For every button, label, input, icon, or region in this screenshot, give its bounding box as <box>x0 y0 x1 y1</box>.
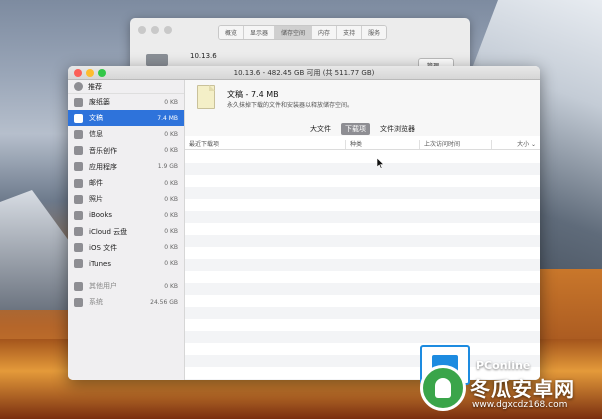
site-logo: 冬瓜安卓网 www.dgxcdz168.com <box>420 365 602 419</box>
sidebar-item-size: 0 KB <box>164 195 178 203</box>
icloud-icon <box>74 227 83 237</box>
sidebar-item-size: 24.56 GB <box>150 298 178 306</box>
lightbulb-icon <box>74 82 83 91</box>
sidebar-item-size: 0 KB <box>164 282 178 290</box>
sidebar-item-applications[interactable]: 应用程序 1.9 GB <box>68 159 184 175</box>
sidebar-item-label: 其他用户 <box>89 282 117 291</box>
view-tabs: 大文件 下载项 文件浏览器 <box>185 122 540 136</box>
sidebar-item-label: 应用程序 <box>89 162 117 171</box>
sidebar-item-size: 0 KB <box>164 211 178 219</box>
sidebar-item-recommendations[interactable]: 推荐 <box>68 80 184 94</box>
tab-downloads[interactable]: 下载项 <box>341 123 370 135</box>
category-title: 文稿 - 7.4 MB <box>227 90 279 99</box>
window-titlebar[interactable]: 10.13.6 - 482.45 GB 可用 (共 511.77 GB) <box>68 66 540 80</box>
android-icon <box>420 365 466 411</box>
users-icon <box>74 281 83 291</box>
tab-file-browser[interactable]: 文件浏览器 <box>376 123 419 135</box>
sidebar-item-size: 0 KB <box>164 179 178 187</box>
sidebar-item-size: 0 KB <box>164 260 178 268</box>
gear-icon <box>74 297 83 307</box>
ibooks-icon <box>74 210 83 220</box>
sidebar-item-ibooks[interactable]: iBooks 0 KB <box>68 207 184 223</box>
messages-icon <box>74 129 83 139</box>
sidebar-item-icloud-drive[interactable]: iCloud 云盘 0 KB <box>68 224 184 240</box>
sidebar-item-size: 0 KB <box>164 130 178 138</box>
sidebar: 推荐 废纸篓 0 KB 文稿 7.4 MB 信息 0 KB 音乐创作 0 KB <box>68 80 185 380</box>
sidebar-item-messages[interactable]: 信息 0 KB <box>68 126 184 142</box>
sidebar-item-label: iBooks <box>89 211 113 220</box>
sidebar-item-label: 系统 <box>89 298 103 307</box>
sidebar-item-label: iCloud 云盘 <box>89 227 128 236</box>
back-window-controls <box>138 26 172 34</box>
sidebar-item-itunes[interactable]: iTunes 0 KB <box>68 256 184 272</box>
sidebar-item-size: 1.9 GB <box>157 163 178 171</box>
back-tab-memory[interactable]: 内存 <box>312 26 338 39</box>
trash-icon <box>74 97 83 107</box>
sidebar-item-label: 音乐创作 <box>89 146 117 155</box>
back-tab-displays[interactable]: 显示器 <box>244 26 276 39</box>
sidebar-item-ios-files[interactable]: iOS 文件 0 KB <box>68 240 184 256</box>
back-window-tabs: 概览 显示器 储存空间 内存 支持 服务 <box>218 25 388 40</box>
main-panel: 文稿 - 7.4 MB 永久抹掉下载的文件和安装器以释放储存空间。 大文件 下载… <box>185 80 540 380</box>
sidebar-item-label: 废纸篓 <box>89 98 110 107</box>
document-icon <box>74 113 83 123</box>
sidebar-item-label: 信息 <box>89 130 103 139</box>
back-tab-overview[interactable]: 概览 <box>219 26 245 39</box>
itunes-icon <box>74 259 83 269</box>
column-header-recent-downloads[interactable]: 最近下载项 <box>185 140 346 149</box>
guitar-icon <box>74 146 83 156</box>
site-name: 冬瓜安卓网 <box>470 377 575 401</box>
sidebar-item-photos[interactable]: 照片 0 KB <box>68 191 184 207</box>
back-tab-storage[interactable]: 储存空间 <box>275 26 313 39</box>
column-header-last-accessed[interactable]: 上次访问时间 <box>420 140 492 149</box>
tab-large-files[interactable]: 大文件 <box>306 123 335 135</box>
back-tab-support[interactable]: 支持 <box>337 26 363 39</box>
mail-icon <box>74 178 83 188</box>
site-url: www.dgxcdz168.com <box>472 400 568 410</box>
sidebar-item-label: iTunes <box>89 259 111 268</box>
sidebar-item-size: 0 KB <box>164 98 178 106</box>
column-header-kind[interactable]: 种类 <box>346 140 420 149</box>
sidebar-item-label: 文稿 <box>89 114 103 123</box>
sidebar-item-mail[interactable]: 邮件 0 KB <box>68 175 184 191</box>
sidebar-item-label: 推荐 <box>88 82 102 91</box>
sidebar-item-size: 0 KB <box>164 244 178 252</box>
back-version-label: 10.13.6 <box>190 52 217 60</box>
sidebar-item-music-creation[interactable]: 音乐创作 0 KB <box>68 143 184 159</box>
photos-icon <box>74 194 83 204</box>
ios-files-icon <box>74 243 83 253</box>
storage-management-window: 10.13.6 - 482.45 GB 可用 (共 511.77 GB) 推荐 … <box>68 66 540 380</box>
sidebar-item-system[interactable]: 系统 24.56 GB <box>68 294 184 310</box>
disk-icon <box>146 54 168 66</box>
document-icon <box>197 85 215 109</box>
mouse-cursor <box>377 158 385 169</box>
category-description: 永久抹掉下载的文件和安装器以释放储存空间。 <box>227 102 354 109</box>
table-header: 最近下载项 种类 上次访问时间 大小 ⌄ <box>185 140 540 150</box>
sidebar-item-other-users[interactable]: 其他用户 0 KB <box>68 278 184 294</box>
window-title: 10.13.6 - 482.45 GB 可用 (共 511.77 GB) <box>233 69 375 77</box>
sidebar-item-label: iOS 文件 <box>89 243 118 252</box>
back-tab-service[interactable]: 服务 <box>362 26 387 39</box>
applications-icon <box>74 162 83 172</box>
sidebar-item-label: 邮件 <box>89 179 103 188</box>
sidebar-item-label: 照片 <box>89 195 103 204</box>
desktop: 概览 显示器 储存空间 内存 支持 服务 10.13.6 管理... 10.13… <box>0 0 602 419</box>
sidebar-item-documents[interactable]: 文稿 7.4 MB <box>68 110 184 127</box>
category-header: 文稿 - 7.4 MB 永久抹掉下载的文件和安装器以释放储存空间。 <box>185 80 540 122</box>
sidebar-item-size: 0 KB <box>164 147 178 155</box>
column-header-size[interactable]: 大小 ⌄ <box>492 140 540 149</box>
sidebar-item-size: 7.4 MB <box>157 114 178 122</box>
sidebar-item-size: 0 KB <box>164 228 178 236</box>
sidebar-item-trash[interactable]: 废纸篓 0 KB <box>68 94 184 110</box>
